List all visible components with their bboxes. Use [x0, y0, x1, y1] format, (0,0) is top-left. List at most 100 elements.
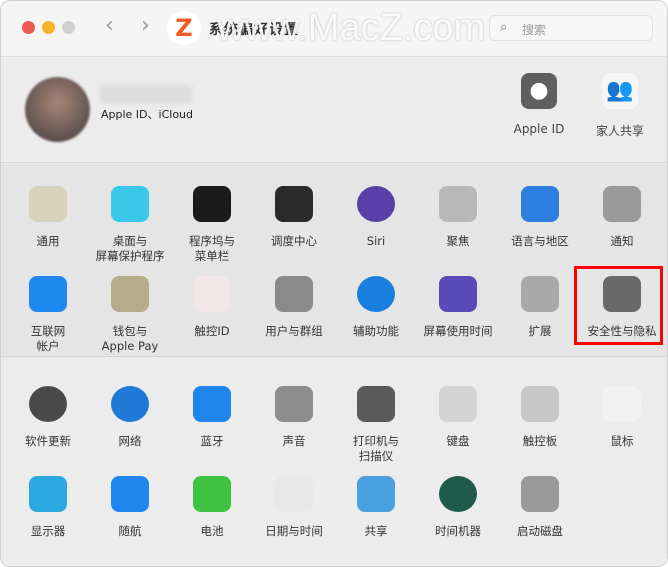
profile-section: Apple ID、iCloud ● Apple ID 👥 家人共享 [1, 57, 667, 163]
avatar[interactable] [25, 77, 90, 142]
accessibility-icon [357, 276, 395, 312]
pref-pane-clock[interactable]: 日期与时间 [253, 476, 335, 539]
pref-pane-label: 共享 [364, 524, 388, 538]
family-sharing-pane[interactable]: 👥 家人共享 [585, 73, 655, 139]
bluetooth-icon [193, 386, 231, 422]
pref-pane-display[interactable]: 显示器 [7, 476, 89, 539]
highlight-box [574, 266, 663, 345]
pref-pane-label: 电池 [200, 524, 224, 538]
pref-pane-label: 触控ID [194, 324, 230, 338]
pref-pane-label: 显示器 [30, 524, 66, 538]
pref-pane-trackpad[interactable]: 触控板 [499, 386, 581, 449]
pref-pane-label: 时间机器 [435, 524, 481, 538]
pref-pane-label: 扩展 [528, 324, 552, 338]
internet-accounts-icon [29, 276, 67, 312]
pref-pane-siri[interactable]: Siri [335, 186, 417, 249]
family-sharing-label: 家人共享 [595, 124, 644, 138]
pref-pane-fingerprint[interactable]: 触控ID [171, 276, 253, 339]
pref-pane-keyboard[interactable]: 键盘 [417, 386, 499, 449]
desktop-icon [111, 186, 149, 222]
pref-pane-wallet[interactable]: 钱包与 Apple Pay [89, 276, 171, 354]
time-machine-icon [439, 476, 477, 512]
zoom-button[interactable] [62, 21, 75, 34]
pref-pane-label: 软件更新 [25, 434, 71, 448]
siri-icon [357, 186, 395, 222]
pref-pane-accessibility[interactable]: 辅助功能 [335, 276, 417, 339]
watermark-logo: Z [167, 11, 201, 45]
pref-pane-speaker[interactable]: 声音 [253, 386, 335, 449]
pref-pane-label: 通知 [610, 234, 634, 248]
minimize-button[interactable] [42, 21, 55, 34]
pref-pane-language-flag[interactable]: 语言与地区 [499, 186, 581, 249]
pref-pane-printer[interactable]: 打印机与 扫描仪 [335, 386, 417, 464]
fingerprint-icon [193, 276, 231, 312]
pref-pane-label: 网络 [118, 434, 142, 448]
pref-pane-label: 鼠标 [610, 434, 634, 448]
pref-pane-label: 随航 [118, 524, 142, 538]
apple-id-label: Apple ID [513, 122, 565, 136]
hourglass-icon [439, 276, 477, 312]
pref-pane-label: Siri [366, 234, 386, 248]
search-icon: ⌕ [500, 20, 508, 35]
pref-pane-time-machine[interactable]: 时间机器 [417, 476, 499, 539]
display-icon [29, 476, 67, 512]
family-icon: 👥 [602, 73, 638, 109]
pref-pane-spotlight[interactable]: 聚焦 [417, 186, 499, 249]
pref-pane-extensions[interactable]: 扩展 [499, 276, 581, 339]
title-bar: ‹ › Z 系统偏好设置 ⌕ 搜索 www.MacZ.com [1, 1, 667, 57]
dock-icon [193, 186, 231, 222]
pref-pane-battery[interactable]: 电池 [171, 476, 253, 539]
watermark-text: www.MacZ.com [217, 7, 486, 49]
startup-disk-icon [521, 476, 559, 512]
sharing-folder-icon [357, 476, 395, 512]
search-placeholder: 搜索 [522, 23, 547, 37]
software-update-icon [29, 386, 67, 422]
pref-pane-notification-bell[interactable]: 通知 [581, 186, 663, 249]
pref-pane-software-update[interactable]: 软件更新 [7, 386, 89, 449]
spotlight-icon [439, 186, 477, 222]
network-globe-icon [111, 386, 149, 422]
pref-pane-label: 调度中心 [271, 234, 317, 248]
pref-pane-dock[interactable]: 程序坞与 菜单栏 [171, 186, 253, 264]
printer-icon [357, 386, 395, 422]
pref-pane-sidecar[interactable]: 随航 [89, 476, 171, 539]
pref-pane-label: 辅助功能 [353, 324, 399, 338]
pref-pane-internet-accounts[interactable]: 互联网 帐户 [7, 276, 89, 354]
pref-pane-label: 屏幕使用时间 [423, 324, 493, 338]
sidecar-icon [111, 476, 149, 512]
apple-icon: ● [521, 73, 557, 109]
system-preferences-window: ‹ › Z 系统偏好设置 ⌕ 搜索 www.MacZ.com Apple ID、i… [0, 0, 668, 567]
pref-pane-label: 语言与地区 [511, 234, 569, 248]
clock-icon [275, 476, 313, 512]
pref-pane-label: 日期与时间 [265, 524, 323, 538]
pref-pane-bluetooth[interactable]: 蓝牙 [171, 386, 253, 449]
general-icon [29, 186, 67, 222]
forward-button[interactable]: › [141, 15, 150, 37]
pref-pane-label: 程序坞与 菜单栏 [189, 234, 235, 263]
language-flag-icon [521, 186, 559, 222]
wallet-icon [111, 276, 149, 312]
pref-pane-label: 启动磁盘 [517, 524, 563, 538]
back-button[interactable]: ‹ [105, 15, 114, 37]
pref-pane-label: 桌面与 屏幕保护程序 [95, 234, 165, 263]
pref-pane-mouse[interactable]: 鼠标 [581, 386, 663, 449]
pref-pane-label: 聚焦 [446, 234, 470, 248]
pref-pane-sharing-folder[interactable]: 共享 [335, 476, 417, 539]
pref-pane-desktop[interactable]: 桌面与 屏幕保护程序 [89, 186, 171, 264]
pref-pane-general[interactable]: 通用 [7, 186, 89, 249]
pref-pane-network-globe[interactable]: 网络 [89, 386, 171, 449]
trackpad-icon [521, 386, 559, 422]
close-button[interactable] [22, 21, 35, 34]
pref-pane-mission-control[interactable]: 调度中心 [253, 186, 335, 249]
profile-subtitle: Apple ID、iCloud [101, 108, 194, 121]
pref-pane-users[interactable]: 用户与群组 [253, 276, 335, 339]
pref-pane-startup-disk[interactable]: 启动磁盘 [499, 476, 581, 539]
search-input[interactable]: ⌕ 搜索 [489, 15, 653, 41]
pref-pane-label: 触控板 [522, 434, 558, 448]
apple-id-pane[interactable]: ● Apple ID [504, 73, 574, 136]
speaker-icon [275, 386, 313, 422]
pref-pane-hourglass[interactable]: 屏幕使用时间 [417, 276, 499, 339]
pref-pane-label: 互联网 帐户 [30, 324, 66, 353]
battery-icon [193, 476, 231, 512]
preferences-section-2: 软件更新 网络 蓝牙 声音 打印机与 扫描仪 键盘 触控板 鼠标显示器 随航 电池 日期与时间 共享 时… [1, 358, 667, 566]
